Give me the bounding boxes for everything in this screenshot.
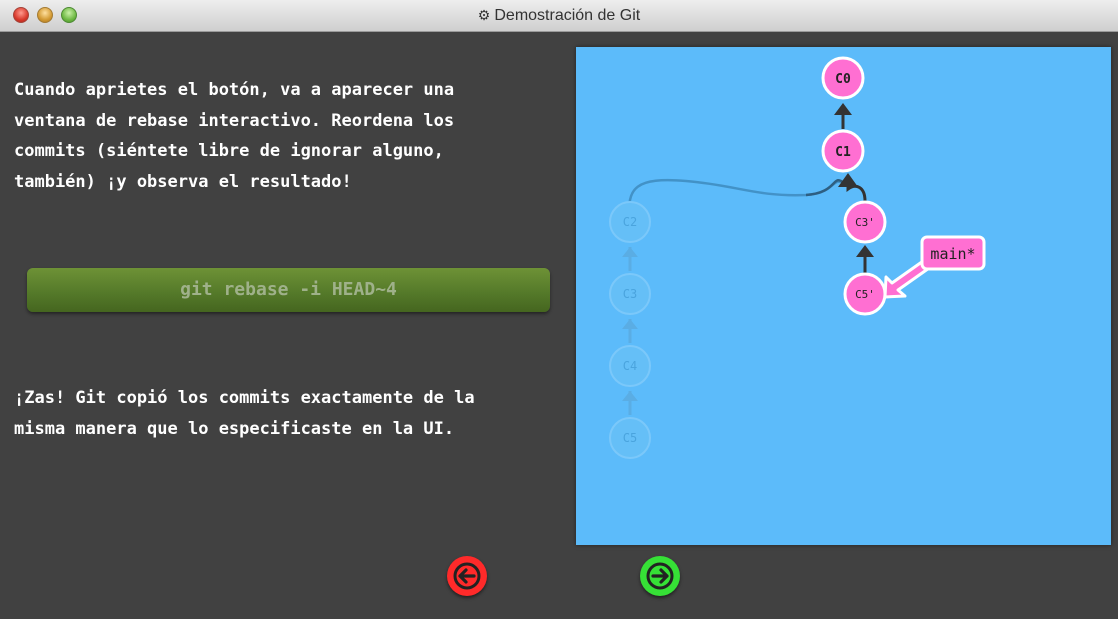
- arrowhead-c5p-c3p: [856, 245, 874, 257]
- commit-label-c5-prime: C5': [855, 288, 875, 301]
- window-titlebar: ⚙ Demostración de Git: [0, 0, 1118, 32]
- git-command-button[interactable]: git rebase -i HEAD~4: [27, 268, 550, 312]
- faded-branch-edge: [627, 178, 845, 222]
- commit-label-c2: C2: [623, 215, 637, 229]
- git-visualization-canvas: C2 C3 C4 C5 C0 C1 C3' C5' main*: [576, 47, 1111, 545]
- window-title-area: ⚙ Demostración de Git: [0, 0, 1118, 32]
- commit-node-c2[interactable]: C2: [609, 201, 651, 243]
- arrowhead-c4-c3: [622, 319, 638, 329]
- commit-node-c4[interactable]: C4: [609, 345, 651, 387]
- arrowhead-c5-c4: [622, 391, 638, 401]
- commit-graph: C2 C3 C4 C5 C0 C1 C3' C5' main*: [609, 56, 986, 459]
- commit-label-c3: C3: [623, 287, 637, 301]
- forward-button[interactable]: [640, 556, 680, 596]
- arrowhead-c3-c2: [622, 247, 638, 257]
- outro-paragraph: ¡Zas! Git copió los commits exactamente …: [14, 388, 475, 439]
- commit-node-c5[interactable]: C5: [609, 417, 651, 459]
- branch-pointer-main[interactable]: main*: [883, 235, 986, 299]
- back-button[interactable]: [447, 556, 487, 596]
- commit-node-c3-prime[interactable]: C3': [843, 200, 887, 244]
- branch-label-main: main*: [930, 245, 975, 263]
- intro-paragraph: Cuando aprietes el botón, va a aparecer …: [14, 80, 455, 192]
- commit-node-c1[interactable]: C1: [821, 129, 865, 173]
- arrow-left-icon: [453, 562, 481, 590]
- commit-label-c3-prime: C3': [855, 216, 875, 229]
- faded-commit-chain: C2 C3 C4 C5: [609, 178, 845, 459]
- arrowhead-c1-c0: [834, 103, 852, 115]
- commit-label-c0: C0: [835, 72, 851, 87]
- commit-node-c5-prime[interactable]: C5': [843, 272, 887, 316]
- commit-label-c4: C4: [623, 359, 637, 373]
- window-title: Demostración de Git: [494, 7, 641, 24]
- commit-node-c3[interactable]: C3: [609, 273, 651, 315]
- commit-label-c1: C1: [835, 145, 851, 160]
- commit-label-c5: C5: [623, 431, 637, 445]
- commit-node-c0[interactable]: C0: [821, 56, 865, 100]
- gear-icon: ⚙: [477, 7, 491, 23]
- arrow-right-icon: [646, 562, 674, 590]
